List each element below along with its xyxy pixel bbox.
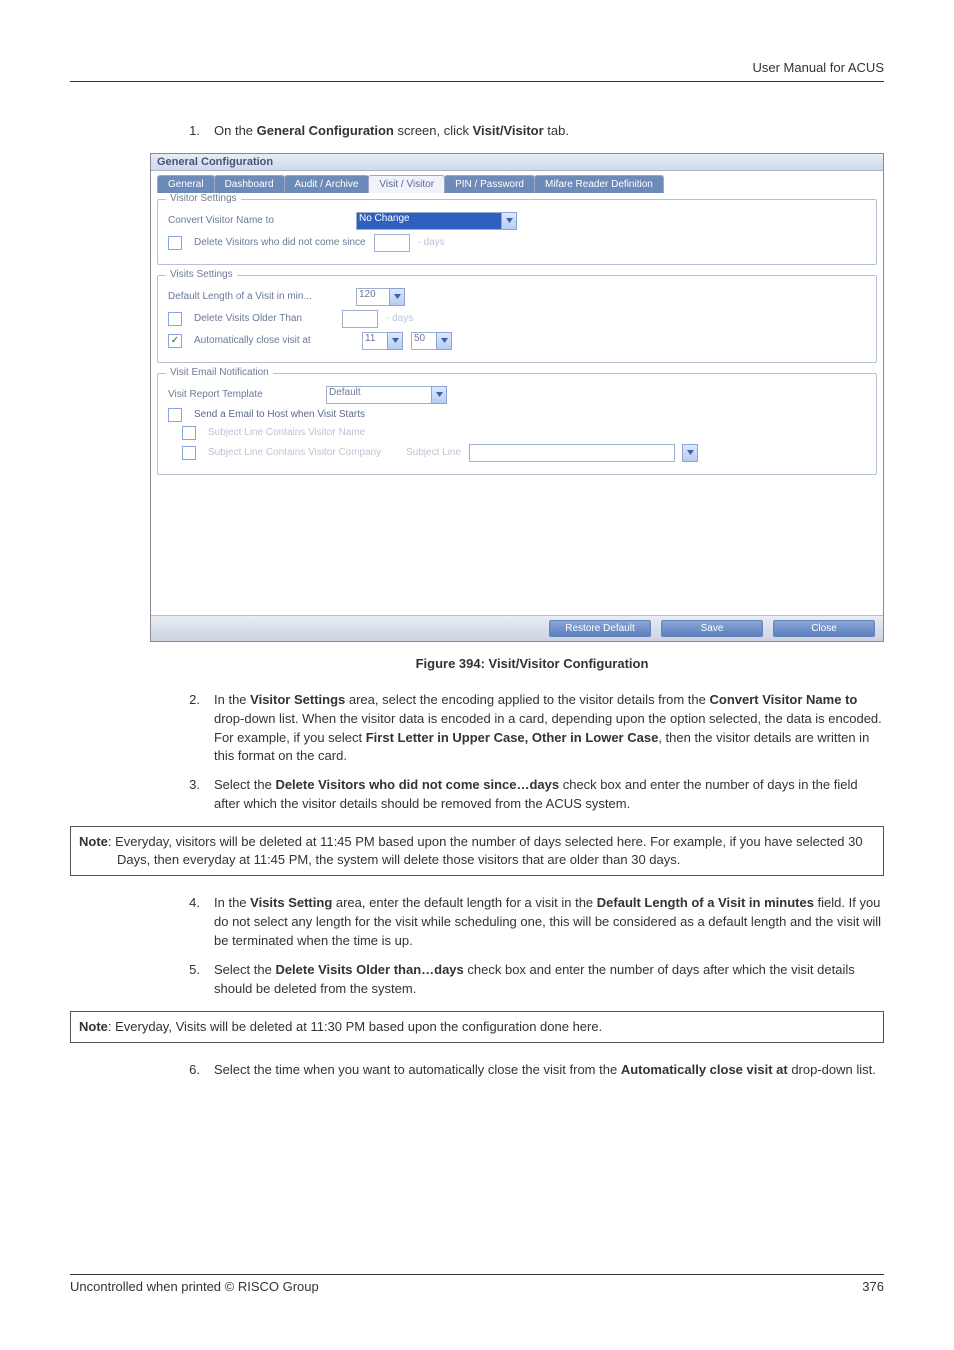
screenshot-panel: General Configuration General Dashboard … bbox=[150, 153, 884, 642]
auto-close-min[interactable]: 50 bbox=[411, 332, 437, 350]
note-body: : Everyday, Visits will be deleted at 11… bbox=[108, 1019, 602, 1034]
report-template-label: Visit Report Template bbox=[168, 389, 318, 400]
step-text: On the General Configuration screen, cli… bbox=[214, 122, 569, 141]
subject-contains-name-label: Subject Line Contains Visitor Name bbox=[208, 427, 365, 438]
subject-contains-company-checkbox[interactable] bbox=[182, 446, 196, 460]
tab-mifare[interactable]: Mifare Reader Definition bbox=[534, 175, 664, 193]
tab-pin[interactable]: PIN / Password bbox=[444, 175, 535, 193]
legend-visitor-settings: Visitor Settings bbox=[166, 193, 241, 204]
legend-visits-settings: Visits Settings bbox=[166, 269, 237, 280]
convert-name-select[interactable]: No Change bbox=[356, 212, 517, 230]
save-button[interactable]: Save bbox=[661, 620, 763, 637]
send-email-checkbox[interactable] bbox=[168, 408, 182, 422]
footer-page-number: 376 bbox=[862, 1279, 884, 1294]
chevron-down-icon[interactable] bbox=[387, 332, 403, 350]
chevron-down-icon[interactable] bbox=[501, 212, 517, 230]
step-text: In the Visitor Settings area, select the… bbox=[214, 691, 884, 766]
close-button[interactable]: Close bbox=[773, 620, 875, 637]
auto-close-label: Automatically close visit at bbox=[194, 335, 354, 346]
bottom-toolbar: Restore Default Save Close bbox=[151, 615, 883, 641]
delete-visitors-checkbox[interactable] bbox=[168, 236, 182, 250]
step-number: 5. bbox=[180, 961, 200, 999]
note-body: : Everyday, visitors will be deleted at … bbox=[108, 834, 863, 867]
tab-audit[interactable]: Audit / Archive bbox=[284, 175, 370, 193]
subject-contains-name-checkbox[interactable] bbox=[182, 426, 196, 440]
subject-line-input[interactable] bbox=[469, 444, 675, 462]
delete-visits-older-suffix: - days bbox=[386, 313, 413, 324]
note-box: Note: Everyday, visitors will be deleted… bbox=[70, 826, 884, 876]
subject-line-dropdown-icon[interactable] bbox=[682, 444, 698, 462]
auto-close-min-select[interactable]: 50 bbox=[411, 332, 452, 350]
footer-left: Uncontrolled when printed © RISCO Group bbox=[70, 1279, 319, 1294]
window-title: General Configuration bbox=[151, 154, 883, 171]
tab-visit-visitor[interactable]: Visit / Visitor bbox=[368, 175, 445, 193]
auto-close-checkbox[interactable] bbox=[168, 334, 182, 348]
chevron-down-icon[interactable] bbox=[389, 288, 405, 306]
subject-line-label: Subject Line bbox=[406, 447, 461, 458]
delete-visits-older-checkbox[interactable] bbox=[168, 312, 182, 326]
auto-close-hour-select[interactable]: 11 bbox=[362, 332, 403, 350]
fieldset-visits-settings: Visits Settings Default Length of a Visi… bbox=[157, 275, 877, 363]
doc-header: User Manual for ACUS bbox=[70, 60, 884, 82]
tab-general[interactable]: General bbox=[157, 175, 215, 193]
delete-visitors-days-input[interactable] bbox=[374, 234, 410, 252]
step-text: Select the Delete Visits Older than…days… bbox=[214, 961, 884, 999]
chevron-down-icon[interactable] bbox=[436, 332, 452, 350]
step-number: 4. bbox=[180, 894, 200, 951]
convert-name-label: Convert Visitor Name to bbox=[168, 215, 348, 226]
step-number: 6. bbox=[180, 1061, 200, 1080]
step-text: Select the Delete Visitors who did not c… bbox=[214, 776, 884, 814]
step-text: Select the time when you want to automat… bbox=[214, 1061, 876, 1080]
note-label: Note bbox=[79, 1019, 108, 1034]
figure-caption: Figure 394: Visit/Visitor Configuration bbox=[180, 656, 884, 671]
default-length-label: Default Length of a Visit in min... bbox=[168, 291, 348, 302]
step-number: 2. bbox=[180, 691, 200, 766]
note-label: Note bbox=[79, 834, 108, 849]
delete-visits-older-input[interactable] bbox=[342, 310, 378, 328]
legend-email-notification: Visit Email Notification bbox=[166, 367, 273, 378]
delete-visits-older-label: Delete Visits Older Than bbox=[194, 313, 334, 324]
default-length-value[interactable]: 120 bbox=[356, 288, 390, 306]
step-text: In the Visits Setting area, enter the de… bbox=[214, 894, 884, 951]
fieldset-email-notification: Visit Email Notification Visit Report Te… bbox=[157, 373, 877, 475]
subject-contains-company-label: Subject Line Contains Visitor Company bbox=[208, 447, 398, 458]
delete-visitors-days-suffix: - days bbox=[418, 237, 445, 248]
step-number: 3. bbox=[180, 776, 200, 814]
restore-default-button[interactable]: Restore Default bbox=[549, 620, 651, 637]
convert-name-value[interactable]: No Change bbox=[356, 212, 502, 230]
default-length-select[interactable]: 120 bbox=[356, 288, 405, 306]
send-email-label: Send a Email to Host when Visit Starts bbox=[194, 409, 365, 420]
tab-dashboard[interactable]: Dashboard bbox=[214, 175, 285, 193]
note-box: Note: Everyday, Visits will be deleted a… bbox=[70, 1011, 884, 1043]
auto-close-hour[interactable]: 11 bbox=[362, 332, 388, 350]
step-number: 1. bbox=[180, 122, 200, 141]
delete-visitors-label: Delete Visitors who did not come since bbox=[194, 237, 366, 248]
report-template-value[interactable]: Default bbox=[326, 386, 432, 404]
report-template-select[interactable]: Default bbox=[326, 386, 447, 404]
tab-bar: General Dashboard Audit / Archive Visit … bbox=[157, 175, 877, 193]
fieldset-visitor-settings: Visitor Settings Convert Visitor Name to… bbox=[157, 199, 877, 265]
chevron-down-icon[interactable] bbox=[431, 386, 447, 404]
